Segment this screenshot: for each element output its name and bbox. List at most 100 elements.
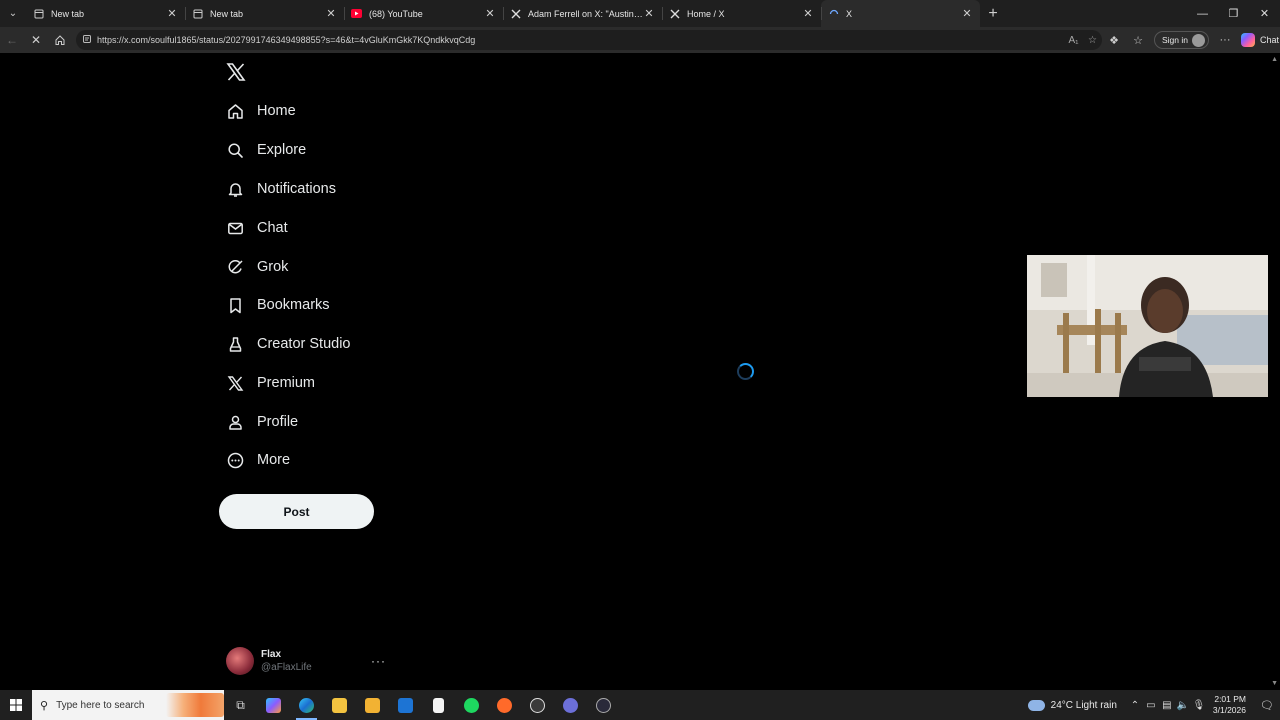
tab-title: (68) YouTube [369,8,423,19]
sidebar-item-notifications[interactable]: Notifications [226,178,336,200]
close-tab-icon[interactable]: ✕ [484,7,496,20]
read-aloud-icon[interactable]: A₁ [1064,35,1083,46]
avatar [226,647,254,675]
close-tab-icon[interactable]: ✕ [643,7,655,20]
favorite-star-icon[interactable]: ☆ [1083,35,1102,46]
tab-new-tab-1[interactable]: New tab ✕ [26,0,185,27]
weather-text: 24°C Light rain [1050,699,1117,711]
address-bar[interactable]: https://x.com/soulful1865/status/2027991… [76,30,1102,50]
search-icon: ⚲ [40,699,49,712]
scroll-up-icon[interactable]: ▲ [1271,56,1278,63]
sidebar-item-more[interactable]: More [226,449,290,471]
copilot-chat-button[interactable]: Chat [1241,33,1279,47]
taskbar-search-input[interactable]: ⚲ Type here to search [32,690,224,720]
file-explorer-icon[interactable] [323,690,356,720]
stop-loading-icon[interactable]: ✕ [24,29,48,51]
chevron-up-icon[interactable]: ⌃ [1127,700,1143,711]
notification-center-icon[interactable]: 🗨 [1254,699,1280,712]
browser-tab-strip: ⌄ New tab ✕ New tab ✕ (68) YouTube ✕ Ada… [0,0,1280,27]
screen: ⌄ New tab ✕ New tab ✕ (68) YouTube ✕ Ada… [0,0,1280,720]
volume-icon[interactable]: 🔈 [1175,700,1191,711]
close-tab-icon[interactable]: ✕ [802,7,814,20]
network-icon[interactable]: ▤ [1159,700,1175,711]
outlook-icon[interactable] [389,690,422,720]
sidebar-item-grok[interactable]: Grok [226,256,288,278]
minimize-icon[interactable]: — [1187,0,1218,27]
tab-x-active[interactable]: X ✕ [821,0,980,27]
sidebar-item-creator-studio[interactable]: Creator Studio [226,333,351,355]
favorites-icon[interactable]: ☆ [1126,34,1150,47]
sidebar-item-label: Grok [257,259,289,275]
spotify-icon[interactable] [455,690,488,720]
page-icon [33,8,44,19]
tab-home-x[interactable]: Home / X ✕ [662,0,821,27]
obs-icon[interactable] [521,690,554,720]
copilot-chat-label: Chat [1260,35,1280,45]
sidebar-item-explore[interactable]: Explore [226,139,306,161]
scroll-down-icon[interactable]: ▼ [1271,680,1278,687]
sidebar-item-bookmarks[interactable]: Bookmarks [226,294,330,316]
task-view-icon[interactable]: ⧉ [224,690,257,720]
tab-adam-ferrell[interactable]: Adam Ferrell on X: "Austin Reaves ✕ [503,0,662,27]
url-text[interactable]: https://x.com/soulful1865/status/2027991… [97,35,1064,45]
bell-icon [226,180,244,198]
page-scrollbar[interactable]: ▲ ▼ [1268,53,1280,690]
site-info-icon[interactable] [82,34,92,46]
account-names: Flax @aFlaxLife [261,649,371,673]
extensions-icon[interactable]: ❖ [1102,34,1126,47]
app-icon[interactable] [587,690,620,720]
windows-taskbar: ⚲ Type here to search ⧉ 24°C Light rain … [0,690,1280,720]
close-tab-icon[interactable]: ✕ [325,7,337,20]
home-button-icon[interactable] [48,29,72,51]
post-button[interactable]: Post [219,494,374,529]
sidebar-item-chat[interactable]: Chat [226,217,288,239]
sidebar-item-label: Creator Studio [257,336,351,352]
x-logo-icon[interactable] [226,62,246,82]
taskbar-clock[interactable]: 2:01 PM 3/1/2026 [1213,694,1246,716]
person-icon [226,413,244,431]
new-tab-icon[interactable]: + [980,0,1006,27]
edge-browser-icon[interactable] [290,690,323,720]
clock-time: 2:01 PM [1214,694,1246,704]
sidebar-item-label: Notifications [257,181,336,197]
weather-widget[interactable]: 24°C Light rain [1027,699,1117,711]
microsoft-store-icon[interactable] [356,690,389,720]
sidebar-item-label: Chat [257,220,288,236]
tab-new-tab-2[interactable]: New tab ✕ [185,0,344,27]
sidebar-item-premium[interactable]: Premium [226,372,315,394]
tab-title: New tab [210,8,244,19]
close-tab-icon[interactable]: ✕ [166,7,178,20]
sign-in-button[interactable]: Sign in [1154,31,1209,49]
more-options-icon[interactable]: ··· [1213,34,1237,46]
sidebar-item-home[interactable]: Home [226,100,296,122]
sidebar-item-label: Home [257,103,296,119]
sidebar-item-profile[interactable]: Profile [226,411,298,433]
creator-studio-icon [226,335,244,353]
system-tray: 24°C Light rain ⌃ ▭ ▤ 🔈 🎙 2:01 PM 3/1/20… [1027,690,1280,720]
notepad-icon[interactable] [422,690,455,720]
close-window-icon[interactable]: ✕ [1249,0,1280,27]
page-icon [192,8,203,19]
tab-youtube[interactable]: (68) YouTube ✕ [344,0,503,27]
grok-icon [226,258,244,276]
maximize-icon[interactable]: ❐ [1218,0,1249,27]
account-switcher[interactable]: Flax @aFlaxLife ··· [226,647,386,675]
youtube-icon [351,8,362,19]
microphone-icon[interactable]: 🎙 [1191,700,1207,711]
search-highlight-image [166,693,224,717]
close-tab-icon[interactable]: ✕ [961,7,973,20]
streaming-app-icon[interactable] [488,690,521,720]
more-dots-icon[interactable]: ··· [371,654,386,668]
tab-title: Adam Ferrell on X: "Austin Reaves [528,8,643,19]
tab-title: X [846,8,853,19]
battery-icon[interactable]: ▭ [1143,700,1159,711]
copilot-app-icon[interactable] [257,690,290,720]
clock-date: 3/1/2026 [1212,705,1246,715]
discord-icon[interactable] [554,690,587,720]
tab-title: Home / X [687,8,725,19]
x-icon [226,374,244,392]
back-icon[interactable]: ← [0,29,24,51]
mail-icon [226,219,244,237]
windows-start-icon[interactable] [0,690,32,720]
tab-actions-menu-icon[interactable]: ⌄ [0,0,26,27]
